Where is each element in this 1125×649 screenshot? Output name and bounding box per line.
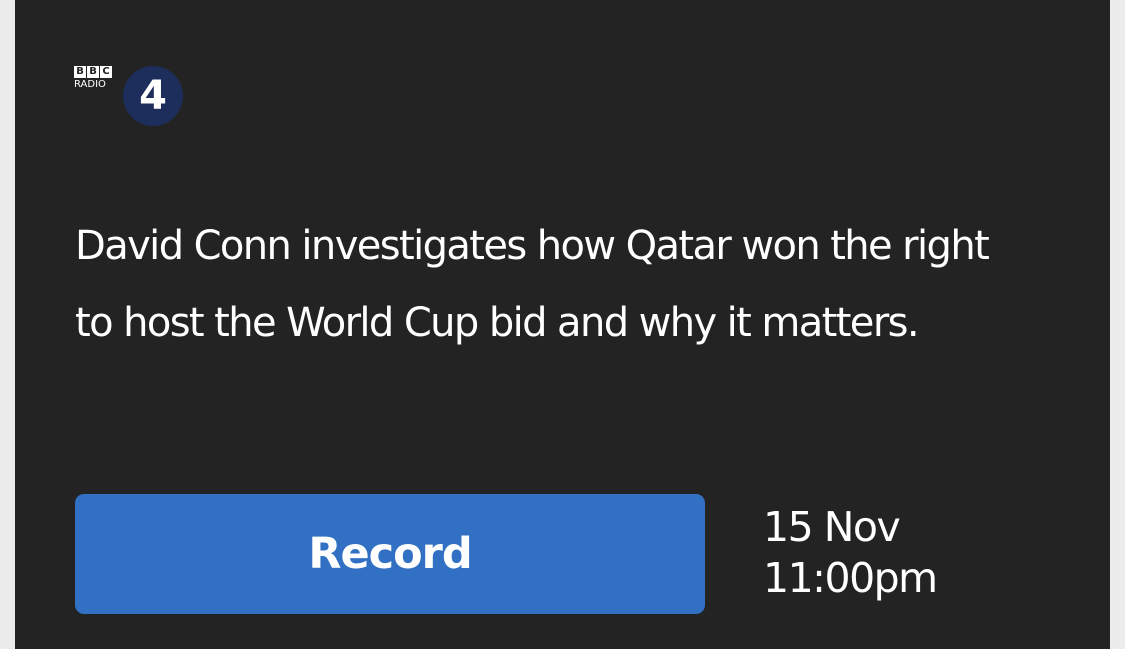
- radio-label: RADIO: [74, 79, 106, 90]
- bbc-block-b1: B: [74, 66, 86, 78]
- bbc-radio-4-logo: B B C RADIO 4: [74, 66, 184, 128]
- bbc-block-c: C: [100, 66, 112, 78]
- broadcast-time: 11:00pm: [763, 554, 938, 602]
- bbc-blocks: B B C: [74, 66, 112, 78]
- broadcast-schedule: 15 Nov 11:00pm: [763, 502, 938, 604]
- broadcast-date: 15 Nov: [763, 503, 901, 551]
- radio-4-circle-icon: 4: [123, 66, 183, 126]
- programme-card: B B C RADIO 4 David Conn investigates ho…: [15, 0, 1110, 649]
- record-button[interactable]: Record: [75, 494, 705, 614]
- programme-description: David Conn investigates how Qatar won th…: [75, 223, 990, 346]
- bbc-block-b2: B: [87, 66, 99, 78]
